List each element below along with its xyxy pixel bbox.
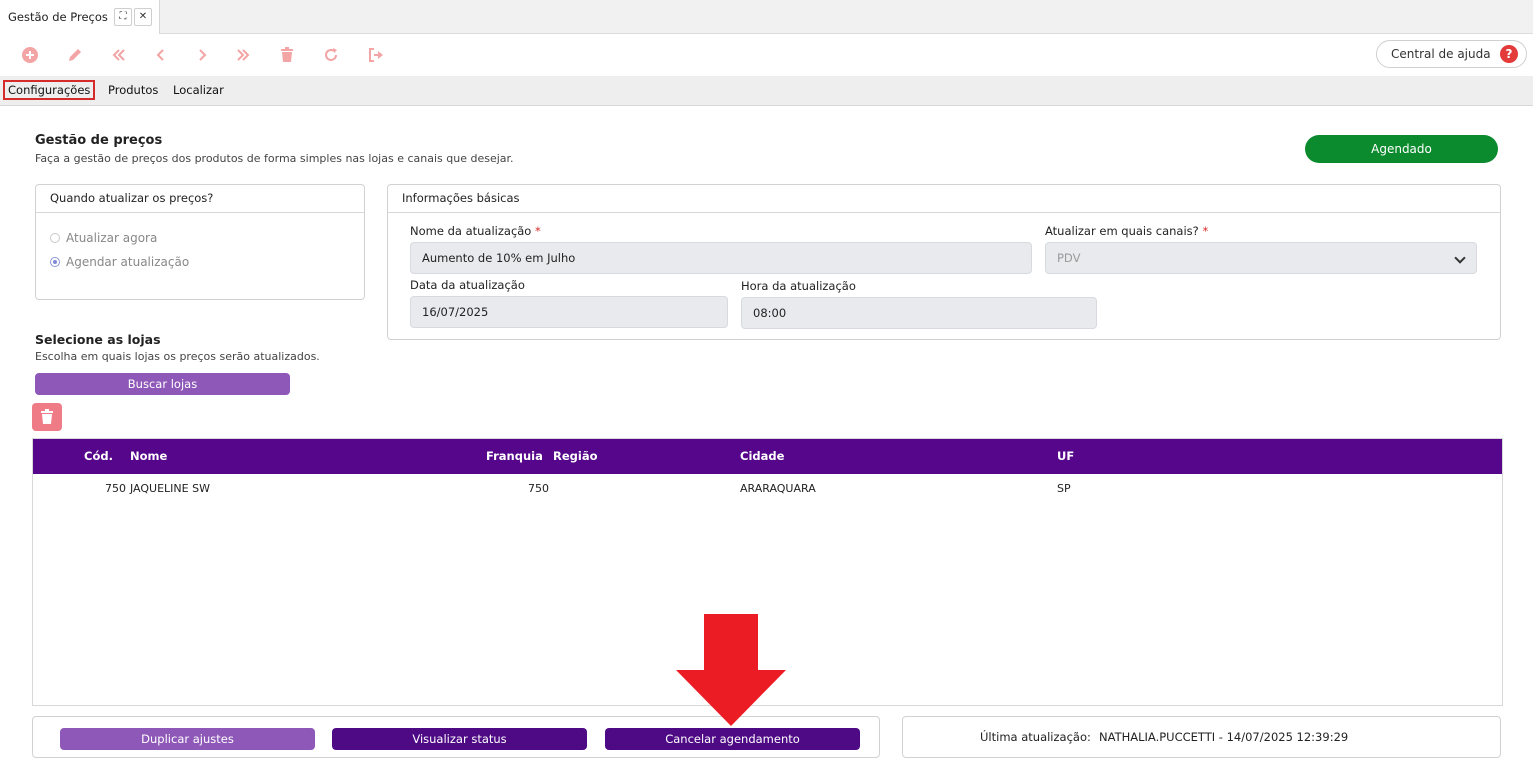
annotation-arrow-icon (676, 614, 786, 726)
column-header-regiao[interactable]: Região (553, 449, 598, 463)
cell-uf: SP (1057, 482, 1071, 495)
edit-icon[interactable] (62, 42, 88, 68)
status-badge: Agendado (1305, 135, 1498, 163)
duplicate-adjustments-button[interactable]: Duplicar ajustes (60, 728, 315, 750)
stores-section-subtitle: Escolha em quais lojas os preços serão a… (35, 350, 320, 363)
document-tab-bar: Gestão de Preços ⛶ ✕ (0, 0, 1533, 34)
view-status-button[interactable]: Visualizar status (332, 728, 587, 750)
maximize-icon[interactable]: ⛶ (114, 8, 132, 26)
document-tab[interactable]: Gestão de Preços ⛶ ✕ (0, 0, 160, 34)
update-date-label: Data da atualização (410, 278, 525, 292)
first-record-icon[interactable] (106, 42, 132, 68)
help-icon: ? (1500, 45, 1518, 63)
section-tabs: Configurações Produtos Localizar (0, 76, 1533, 106)
column-header-uf[interactable]: UF (1057, 449, 1074, 463)
chevron-down-icon (1454, 252, 1466, 264)
help-center-button[interactable]: Central de ajuda ? (1376, 40, 1527, 68)
search-stores-button[interactable]: Buscar lojas (35, 373, 290, 395)
cancel-schedule-button[interactable]: Cancelar agendamento (605, 728, 860, 750)
trash-icon (41, 409, 53, 424)
column-header-cidade[interactable]: Cidade (740, 449, 784, 463)
last-record-icon[interactable] (230, 42, 256, 68)
column-header-nome[interactable]: Nome (130, 449, 167, 463)
page-title: Gestão de preços (35, 133, 163, 148)
cell-franquia: 750 (528, 482, 549, 495)
refresh-icon[interactable] (318, 42, 344, 68)
last-update-info: Última atualização: NATHALIA.PUCCETTI - … (902, 716, 1501, 758)
last-update-value: NATHALIA.PUCCETTI - 14/07/2025 12:39:29 (1099, 730, 1349, 744)
stores-section-title: Selecione as lojas (35, 332, 161, 347)
delete-icon[interactable] (274, 42, 300, 68)
update-name-label: Nome da atualização * (410, 224, 541, 238)
radio-button[interactable] (50, 233, 60, 243)
previous-record-icon[interactable] (148, 42, 174, 68)
update-time-input[interactable]: 08:00 (741, 297, 1097, 329)
channels-select[interactable]: PDV (1045, 242, 1477, 274)
next-record-icon[interactable] (189, 42, 215, 68)
page-subtitle: Faça a gestão de preços dos produtos de … (35, 152, 514, 165)
channels-label: Atualizar em quais canais? * (1045, 224, 1208, 238)
exit-icon[interactable] (363, 42, 389, 68)
cell-cidade: ARARAQUARA (740, 482, 816, 495)
add-icon[interactable] (17, 42, 43, 68)
radio-schedule-update[interactable]: Agendar atualização (50, 255, 189, 269)
tab-produtos[interactable]: Produtos (108, 80, 158, 100)
cell-cod: 750 (105, 482, 126, 495)
when-update-panel: Quando atualizar os preços? Atualizar ag… (35, 184, 365, 300)
update-name-input[interactable]: Aumento de 10% em Julho (410, 242, 1032, 274)
cell-nome: JAQUELINE SW (130, 482, 210, 495)
last-update-label: Última atualização: (980, 730, 1091, 744)
required-mark: * (1202, 224, 1209, 238)
radio-button-checked[interactable] (50, 257, 60, 267)
when-update-panel-title: Quando atualizar os preços? (36, 185, 364, 213)
tab-configuracoes[interactable]: Configurações (3, 80, 96, 100)
close-tab-icon[interactable]: ✕ (134, 8, 152, 26)
basic-info-panel-title: Informações básicas (388, 185, 1500, 213)
remove-stores-button[interactable] (32, 403, 62, 431)
document-tab-title: Gestão de Preços (8, 10, 108, 24)
radio-label: Atualizar agora (66, 231, 158, 245)
channels-select-value: PDV (1057, 251, 1081, 265)
column-header-franquia[interactable]: Franquia (486, 449, 543, 463)
toolbar (0, 34, 1533, 76)
help-center-label: Central de ajuda (1391, 47, 1491, 61)
update-time-label: Hora da atualização (741, 279, 856, 293)
update-date-input[interactable]: 16/07/2025 (410, 296, 728, 328)
required-mark: * (535, 224, 541, 238)
radio-label: Agendar atualização (66, 255, 190, 269)
update-name-label-text: Nome da atualização (410, 224, 532, 238)
tab-localizar[interactable]: Localizar (173, 80, 224, 100)
channels-label-text: Atualizar em quais canais? (1045, 224, 1199, 238)
column-header-cod[interactable]: Cód. (84, 449, 113, 463)
radio-update-now[interactable]: Atualizar agora (50, 231, 157, 245)
stores-table-header: Cód. Nome Franquia Região Cidade UF (33, 439, 1502, 474)
